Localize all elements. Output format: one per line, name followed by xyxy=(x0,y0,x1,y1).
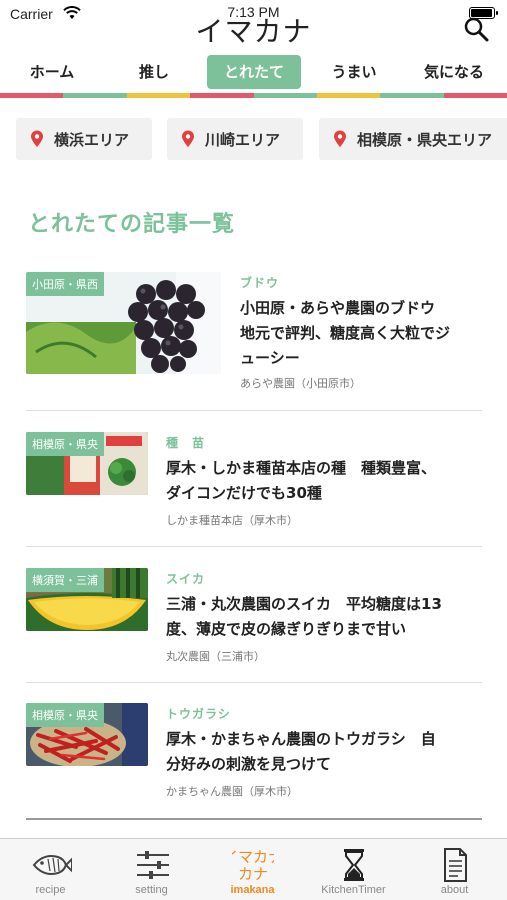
article-title: 小田原・あらや農園のブドウ 地元で評判、糖度高く大粒でジ ューシー xyxy=(240,299,451,367)
svg-text:カナ: カナ xyxy=(238,865,268,883)
svg-text:イマカナ: イマカナ xyxy=(232,848,274,866)
tabbar-setting[interactable]: setting xyxy=(101,839,202,900)
stripe-segment xyxy=(0,93,64,98)
stripe-segment xyxy=(443,93,507,98)
stripe-segment xyxy=(126,93,191,98)
list-divider xyxy=(26,818,482,820)
tabbar-label: imakana xyxy=(230,884,275,896)
article-source: 丸次農園（三浦市） xyxy=(166,650,265,663)
area-chip-label: 相模原・県央エリア xyxy=(357,130,493,149)
region-badge: 相模原・県央 xyxy=(26,703,104,727)
tabbar-label: setting xyxy=(135,884,168,896)
seed-packets-photo: 相模原・県央 xyxy=(26,432,148,495)
tab-home[interactable]: ホーム xyxy=(4,55,100,89)
list-divider xyxy=(26,410,482,411)
stripe-segment xyxy=(316,93,381,98)
article-title: 厚木・かまちゃん農園のトウガラシ 自 分好みの刺激を見つけて xyxy=(166,730,436,773)
search-icon[interactable] xyxy=(463,16,489,42)
tabbar-recipe[interactable]: recipe xyxy=(0,839,101,900)
fish-icon xyxy=(32,855,72,875)
article-card-watermelon[interactable]: 横須賀・三浦 スイカ 三浦・丸次農園のスイカ 平均糖度は13 度、薄皮で皮の縁ぎ… xyxy=(26,568,482,668)
stripe-segment xyxy=(380,93,444,98)
color-stripe-divider xyxy=(0,93,507,98)
article-card-chili[interactable]: 相模原・県央 トウガラシ 厚木・かまちゃん農園のトウガラシ 自 分好みの刺激を見… xyxy=(26,703,482,803)
watermelon-photo: 横須賀・三浦 xyxy=(26,568,148,631)
stripe-segment xyxy=(253,93,317,98)
grape-photo: 小田原・県西 xyxy=(26,272,221,374)
section-title: とれたての記事一覧 xyxy=(28,212,236,237)
area-chip-sagamihara-kenou[interactable]: 相模原・県央エリア xyxy=(319,118,507,160)
article-title: 三浦・丸次農園のスイカ 平均糖度は13 度、薄皮で皮の縁ぎりぎりまで甘い xyxy=(166,595,442,638)
tabbar-imakana[interactable]: イマカナ カナ imakana xyxy=(202,839,303,900)
list-divider xyxy=(26,682,482,683)
sliders-icon xyxy=(137,851,169,879)
article-source: あらや農園（小田原市） xyxy=(240,377,361,390)
stripe-segment xyxy=(63,93,127,98)
article-category: 種 苗 xyxy=(166,436,206,450)
app-title: イマカナ xyxy=(195,15,312,48)
location-pin-icon xyxy=(334,130,346,147)
region-badge: 小田原・県西 xyxy=(26,272,104,296)
category-tabs: ホーム 推し とれたて うまい 気になる xyxy=(0,55,507,91)
location-pin-icon xyxy=(182,130,194,147)
bottom-tab-bar: recipe setting イマカナ カナ imakana KitchenTi… xyxy=(0,838,507,900)
article-card-seeds[interactable]: 相模原・県央 種 苗 厚木・しかま種苗本店の種 種類豊富、 ダイコンだけでも30… xyxy=(26,432,482,532)
document-icon xyxy=(444,848,467,882)
chili-pepper-photo: 相模原・県央 xyxy=(26,703,148,766)
article-category: トウガラシ xyxy=(166,707,231,721)
tabbar-label: KitchenTimer xyxy=(321,884,386,896)
location-pin-icon xyxy=(31,130,43,147)
tabbar-label: about xyxy=(440,884,469,896)
area-filter-row: 横浜エリア 川崎エリア 相模原・県央エリア xyxy=(0,118,507,162)
list-divider xyxy=(26,546,482,547)
tab-toretate[interactable]: とれたて xyxy=(207,55,301,89)
article-title: 厚木・しかま種苗本店の種 種類豊富、 ダイコンだけでも30種 xyxy=(166,459,437,502)
tab-kininaru[interactable]: 気になる xyxy=(405,55,503,89)
article-source: しかま種苗本店（厚木市） xyxy=(166,514,298,527)
region-badge: 横須賀・三浦 xyxy=(26,568,104,592)
stripe-segment xyxy=(190,93,254,98)
area-chip-yokohama[interactable]: 横浜エリア xyxy=(16,118,152,160)
article-category: ブドウ xyxy=(240,276,280,290)
hourglass-icon xyxy=(344,849,364,881)
region-badge: 相模原・県央 xyxy=(26,432,104,456)
area-chip-label: 横浜エリア xyxy=(54,130,130,149)
tab-oshi[interactable]: 推し xyxy=(106,55,202,89)
area-chip-label: 川崎エリア xyxy=(205,130,281,149)
article-category: スイカ xyxy=(166,572,206,586)
article-card-grape[interactable]: 小田原・県西 ブドウ 小田原・あらや農園のブドウ 地元で評判、糖度高く大粒でジ … xyxy=(26,272,482,392)
tab-umai[interactable]: うまい xyxy=(306,55,402,89)
imakana-logo-icon: イマカナ カナ xyxy=(232,848,274,883)
tabbar-about[interactable]: about xyxy=(404,839,505,900)
article-source: かまちゃん農園（厚木市） xyxy=(166,785,298,798)
area-chip-kawasaki[interactable]: 川崎エリア xyxy=(167,118,303,160)
tabbar-label: recipe xyxy=(35,884,66,896)
tabbar-kitchen-timer[interactable]: KitchenTimer xyxy=(303,839,404,900)
